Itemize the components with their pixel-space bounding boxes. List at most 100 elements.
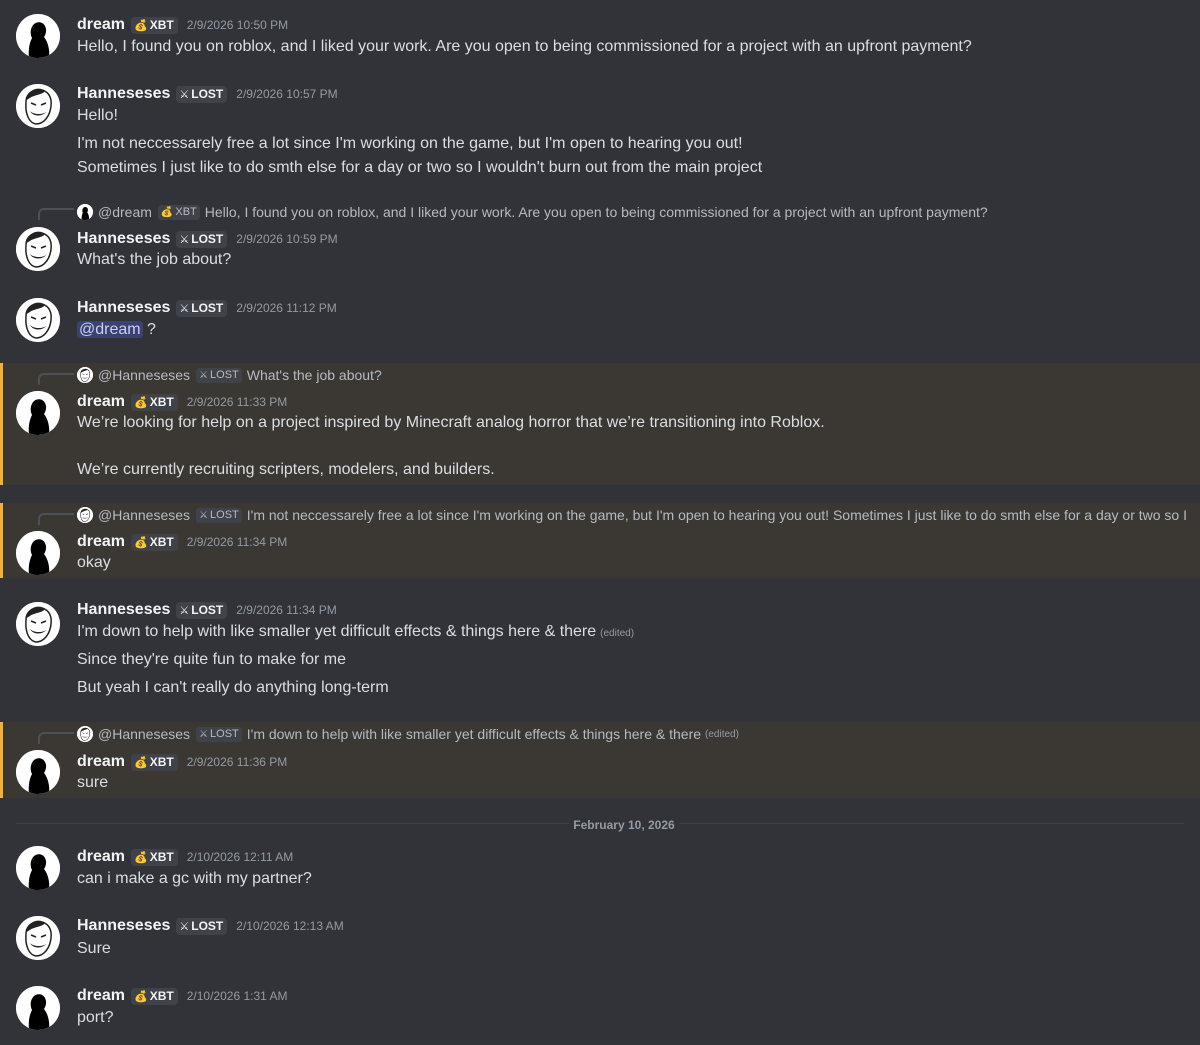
- server-tag[interactable]: 💰 XBT: [131, 533, 178, 551]
- avatar[interactable]: [16, 391, 60, 435]
- message-text: port?: [77, 1009, 114, 1026]
- reply-avatar: [77, 507, 93, 523]
- meme-face-icon: [77, 367, 93, 383]
- silhouette-icon: [16, 14, 60, 58]
- meme-face-icon: [16, 916, 60, 960]
- money-bag-icon: 💰: [134, 990, 148, 1003]
- username[interactable]: Hanneseses: [77, 299, 170, 317]
- meme-face-icon: [16, 84, 60, 128]
- avatar[interactable]: [16, 986, 60, 1030]
- timestamp: 2/10/2026 1:31 AM: [186, 989, 288, 1003]
- avatar[interactable]: [16, 531, 60, 575]
- user-mention[interactable]: @dream: [77, 321, 143, 338]
- message-highlighted: @Hanneseses ⚔ LOST What's the job about? …: [0, 363, 1200, 485]
- timestamp: 2/10/2026 12:13 AM: [236, 919, 344, 933]
- reply-spine: [38, 513, 74, 525]
- message-text: sure: [77, 774, 109, 791]
- server-tag[interactable]: ⚔ LOST: [176, 230, 228, 248]
- silhouette-icon: [16, 846, 60, 890]
- server-tag[interactable]: 💰 XBT: [131, 987, 178, 1005]
- reply-username[interactable]: @dream: [98, 204, 152, 220]
- message-highlighted: @Hanneseses ⚔ LOST I'm not neccessarely f…: [0, 503, 1200, 578]
- avatar[interactable]: [16, 846, 60, 890]
- message-text: Since they're quite fun to make for me: [77, 651, 346, 668]
- server-tag[interactable]: ⚔ LOST: [176, 917, 228, 935]
- message: dream 💰 XBT 2/9/2026 10:50 PM Hello, I fo…: [0, 0, 1200, 68]
- reply-avatar: [77, 204, 93, 220]
- tag-label: LOST: [191, 87, 224, 101]
- tag-label: LOST: [191, 603, 224, 617]
- message: dream 💰 XBT 2/10/2026 12:11 AM can i make…: [0, 840, 1200, 904]
- message-text: We’re currently recruiting scripters, mo…: [77, 461, 495, 478]
- reply-avatar: [77, 367, 93, 383]
- reply-username[interactable]: @Hanneseses: [98, 507, 190, 523]
- username[interactable]: dream: [77, 393, 125, 411]
- crossed-swords-icon: ⚔: [179, 233, 190, 246]
- avatar[interactable]: [16, 750, 60, 794]
- reply-username[interactable]: @Hanneseses: [98, 367, 190, 383]
- message-text: Sure: [77, 940, 111, 957]
- username[interactable]: dream: [77, 16, 125, 34]
- reply-text[interactable]: I'm not neccessarely free a lot since I'…: [247, 507, 1187, 523]
- server-tag[interactable]: 💰 XBT: [131, 753, 178, 771]
- server-tag[interactable]: 💰 XBT: [131, 393, 178, 411]
- message-text: Hello!: [77, 107, 118, 124]
- meme-face-icon: [16, 227, 60, 271]
- server-tag[interactable]: ⚔ LOST: [176, 299, 228, 317]
- username[interactable]: Hanneseses: [77, 230, 170, 248]
- reply-text[interactable]: What's the job about?: [247, 367, 382, 383]
- date-divider: February 10, 2026: [0, 816, 1200, 834]
- avatar[interactable]: [16, 602, 60, 646]
- tag-label: LOST: [191, 919, 224, 933]
- username[interactable]: dream: [77, 987, 125, 1005]
- edited-label: (edited): [600, 628, 635, 639]
- crossed-swords-icon: ⚔: [199, 509, 209, 521]
- reply-preview[interactable]: @Hanneseses ⚔ LOST I'm down to help with …: [77, 724, 739, 744]
- username[interactable]: dream: [77, 753, 125, 771]
- reply-preview[interactable]: @Hanneseses ⚔ LOST I'm not neccessarely f…: [77, 505, 1187, 525]
- reply-text[interactable]: Hello, I found you on roblox, and I like…: [205, 204, 988, 220]
- message-text: @dream ?: [77, 321, 156, 338]
- message-text: okay: [77, 554, 111, 571]
- avatar[interactable]: [16, 227, 60, 271]
- reply-tag: ⚔ LOST: [196, 367, 242, 383]
- reply-text[interactable]: I'm down to help with like smaller yet d…: [247, 726, 701, 742]
- username[interactable]: dream: [77, 848, 125, 866]
- meme-face-icon: [77, 507, 93, 523]
- crossed-swords-icon: ⚔: [179, 920, 190, 933]
- silhouette-icon: [16, 986, 60, 1030]
- reply-username[interactable]: @Hanneseses: [98, 726, 190, 742]
- timestamp: 2/9/2026 11:12 PM: [236, 301, 337, 315]
- timestamp: 2/9/2026 11:34 PM: [186, 535, 288, 549]
- reply-preview[interactable]: @dream 💰 XBT Hello, I found you on roblox…: [77, 202, 988, 222]
- message-text: Sometimes I just like to do smth else fo…: [77, 159, 763, 176]
- message-text: can i make a gc with my partner?: [77, 870, 312, 887]
- message-text: We’re looking for help on a project insp…: [77, 414, 825, 431]
- avatar[interactable]: [16, 14, 60, 58]
- avatar[interactable]: [16, 298, 60, 342]
- crossed-swords-icon: ⚔: [199, 369, 209, 381]
- avatar[interactable]: [16, 84, 60, 128]
- avatar[interactable]: [16, 916, 60, 960]
- server-tag[interactable]: 💰 XBT: [131, 16, 178, 34]
- meme-face-icon: [16, 298, 60, 342]
- message: Hanneseses ⚔ LOST 2/9/2026 11:34 PM I'm d…: [0, 594, 1200, 706]
- username[interactable]: Hanneseses: [77, 601, 170, 619]
- crossed-swords-icon: ⚔: [179, 302, 190, 315]
- message: Hanneseses ⚔ LOST 2/9/2026 10:57 PM Hello…: [0, 76, 1200, 188]
- silhouette-icon: [16, 750, 60, 794]
- username[interactable]: dream: [77, 533, 125, 551]
- username[interactable]: Hanneseses: [77, 917, 170, 935]
- message: dream 💰 XBT 2/10/2026 1:31 AM port?: [0, 980, 1200, 1044]
- silhouette-icon: [77, 204, 93, 220]
- server-tag[interactable]: 💰 XBT: [131, 848, 178, 866]
- reply-preview[interactable]: @Hanneseses ⚔ LOST What's the job about?: [77, 365, 382, 385]
- message-highlighted: @Hanneseses ⚔ LOST I'm down to help with …: [0, 722, 1200, 798]
- reply-tag: ⚔ LOST: [196, 726, 242, 742]
- server-tag[interactable]: ⚔ LOST: [176, 85, 228, 103]
- server-tag[interactable]: ⚔ LOST: [176, 601, 228, 619]
- reply-spine: [38, 208, 74, 220]
- username[interactable]: Hanneseses: [77, 85, 170, 103]
- tag-label: XBT: [149, 755, 174, 769]
- message: Hanneseses ⚔ LOST 2/9/2026 11:12 PM @drea…: [0, 292, 1200, 356]
